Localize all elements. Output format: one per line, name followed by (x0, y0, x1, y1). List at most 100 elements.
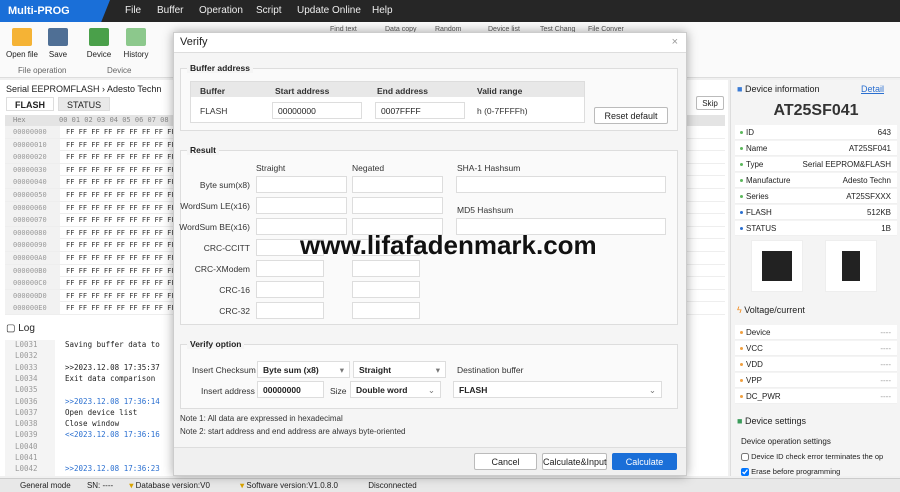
direction-select[interactable]: Straight ▾ (353, 361, 446, 378)
calculate-button[interactable]: Calculate (612, 453, 677, 470)
col-valid-range: Valid range (477, 86, 523, 96)
log-text: >>2023.12.08 17:36:23 (65, 464, 160, 474)
breadcrumb-manufacturer[interactable]: Adesto Techn (107, 84, 161, 94)
log-title-text: Log (18, 323, 35, 334)
settings-icon: ■ (737, 416, 743, 426)
device-info-row: FLASH 512KB (735, 205, 897, 220)
voltage-row: VDD ---- (735, 357, 897, 372)
voltage-key: VPP (746, 376, 763, 385)
chip-icon (89, 28, 109, 46)
menu-update-online[interactable]: Update Online (297, 5, 361, 16)
log-line-number: L0038 (5, 419, 55, 432)
hex-address: 000000C0 (5, 277, 60, 290)
straight-output[interactable] (256, 302, 324, 319)
result-label: CRC-CCITT (203, 243, 250, 253)
history-icon (126, 28, 146, 46)
result-label: CRC-16 (219, 285, 250, 295)
log-title: ▢ Log (6, 323, 35, 334)
voltage-row: VPP ---- (735, 373, 897, 388)
erase-before-programming-checkbox[interactable] (741, 468, 749, 477)
negated-output[interactable] (352, 302, 420, 319)
device-button[interactable]: Device (79, 26, 119, 59)
chevron-down-icon: ⌄ (427, 385, 435, 395)
straight-output[interactable] (256, 260, 324, 277)
result-label: CRC-XModem (194, 264, 250, 274)
status-sw: ▾ Software version:V1.0.8.0 (240, 481, 338, 490)
menu-help[interactable]: Help (372, 5, 393, 16)
erase-before-programming-label: Erase before programming (751, 467, 841, 476)
device-id-check-checkbox[interactable] (741, 453, 749, 462)
insert-checksum-label: Insert Checksum (192, 365, 256, 375)
col-buffer: Buffer (200, 86, 226, 96)
app-logo: Multi-PROG (0, 0, 110, 22)
insert-address-input[interactable]: 00000000 (257, 381, 324, 398)
device-id-check-option[interactable]: Device ID check error terminates the op (741, 452, 884, 462)
negated-output[interactable] (352, 197, 443, 214)
group-file-operation: File operation (18, 66, 67, 75)
hex-address: 00000090 (5, 239, 60, 252)
breadcrumb-type[interactable]: Serial EEPROMFLASH (6, 84, 100, 94)
calculate-input-button[interactable]: Calculate&Input (542, 453, 607, 470)
erase-before-programming-option[interactable]: Erase before programming (741, 467, 841, 477)
tab-flash[interactable]: FLASH (6, 97, 54, 111)
history-button[interactable]: History (116, 26, 156, 59)
bullet-icon (740, 347, 743, 351)
col-end-address: End address (377, 86, 429, 96)
valid-range: h (0-7FFFFh) (477, 106, 528, 116)
device-id-check-label: Device ID check error terminates the op (751, 452, 884, 461)
log-text: <<2023.12.08 17:36:16 (65, 430, 160, 440)
voltage-value: ---- (880, 360, 891, 369)
menu-buffer[interactable]: Buffer (157, 5, 184, 16)
straight-header: Straight (256, 163, 286, 173)
direction-select-value: Straight (359, 365, 392, 375)
close-icon[interactable]: × (672, 36, 678, 48)
tab-status[interactable]: STATUS (58, 97, 111, 111)
device-info-title-text: Device information (744, 84, 820, 94)
bullet-icon (740, 363, 743, 367)
device-info-row: Series AT25SFXXX (735, 189, 897, 204)
log-text: >>2023.12.08 17:35:37 (65, 362, 160, 372)
voltage-key: Device (746, 328, 771, 337)
checksum-select[interactable]: Byte sum (x8) ▾ (257, 361, 350, 378)
result-legend: Result (187, 145, 219, 155)
straight-output[interactable] (256, 281, 324, 298)
save-button[interactable]: Save (38, 26, 78, 59)
negated-output[interactable] (352, 176, 443, 193)
log-line-number: L0039 (5, 430, 55, 443)
note-2: Note 2: start address and end address ar… (180, 427, 406, 436)
voltage-row: Device ---- (735, 325, 897, 340)
voltage-value: ---- (880, 376, 891, 385)
note-1: Note 1: All data are expressed in hexade… (180, 414, 343, 423)
straight-output[interactable] (256, 176, 347, 193)
negated-output[interactable] (352, 260, 420, 277)
menu-script[interactable]: Script (256, 5, 282, 16)
start-address-input[interactable]: 00000000 (272, 102, 362, 119)
open-file-button[interactable]: Open file (2, 26, 42, 59)
log-line-number: L0033 (5, 362, 55, 375)
bullet-icon (740, 163, 743, 167)
menu-operation[interactable]: Operation (199, 5, 243, 16)
bullet-icon (740, 147, 743, 151)
detail-link[interactable]: Detail (861, 84, 884, 94)
end-address-input[interactable]: 0007FFFF (375, 102, 465, 119)
voltage-key: VDD (746, 360, 763, 369)
skip-button[interactable]: Skip (696, 96, 724, 110)
buffer-address-legend: Buffer address (187, 63, 253, 73)
chevron-down-icon: ⌄ (648, 385, 656, 395)
bullet-icon (740, 131, 743, 135)
menu-file[interactable]: File (125, 5, 141, 16)
status-db-text: Database version:V0 (135, 481, 210, 490)
negated-output[interactable] (352, 281, 420, 298)
hex-address: 00000000 (5, 126, 60, 138)
reset-default-button[interactable]: Reset default (594, 107, 668, 124)
dialog-title: Verify (180, 36, 208, 48)
straight-output[interactable] (256, 197, 347, 214)
destination-buffer-select[interactable]: FLASH ⌄ (453, 381, 662, 398)
sha1-output[interactable] (456, 176, 666, 193)
cancel-button[interactable]: Cancel (474, 453, 537, 470)
size-select[interactable]: Double word ⌄ (350, 381, 441, 398)
voltage-key: DC_PWR (746, 392, 781, 401)
